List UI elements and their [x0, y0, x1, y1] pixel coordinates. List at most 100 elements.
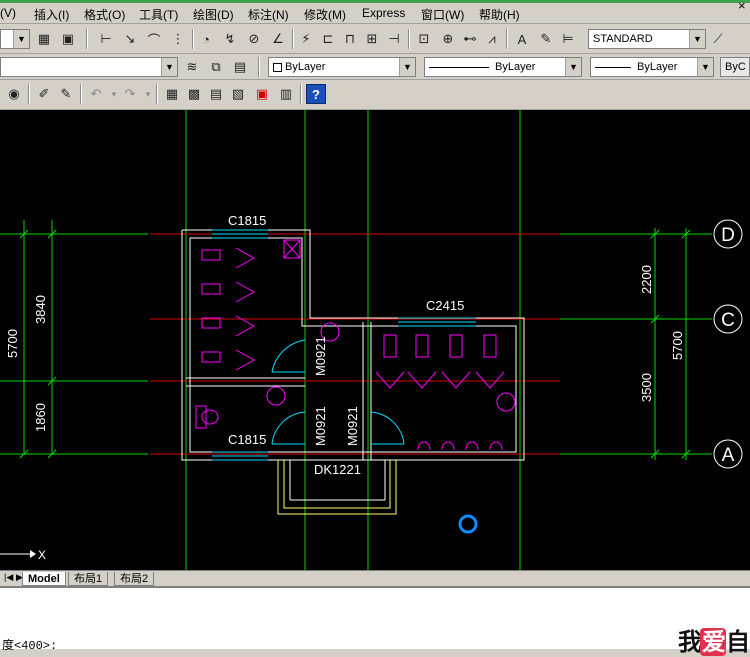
- menu-express[interactable]: Express: [362, 6, 405, 20]
- match-properties-icon[interactable]: ✐: [34, 84, 54, 104]
- tolerance-icon[interactable]: ⊡: [414, 29, 434, 49]
- window-label: C1815: [228, 432, 266, 447]
- dimension-label: 5700: [670, 331, 685, 360]
- door-label: M0921: [313, 336, 328, 376]
- dim-update-icon[interactable]: ⊨: [558, 29, 578, 49]
- lineweight-combo[interactable]: ByLayer ▼: [590, 57, 714, 77]
- dimension-label: 3500: [639, 373, 654, 402]
- door-label: M0921: [345, 406, 360, 446]
- grid-lines-green: [0, 110, 712, 570]
- dim-linear-icon[interactable]: ⊢: [96, 29, 116, 49]
- workspace-combo[interactable]: ▼: [0, 29, 30, 49]
- inspect-icon[interactable]: ⊷: [460, 29, 480, 49]
- layer-combo[interactable]: ▼: [0, 57, 178, 77]
- tab-model[interactable]: Model: [22, 572, 66, 586]
- dim-edit-icon[interactable]: A: [512, 29, 532, 49]
- dim-radius-icon[interactable]: ◔: [196, 29, 216, 49]
- sheet-set-icon[interactable]: ▧: [228, 84, 248, 104]
- publish-icon[interactable]: ◉: [4, 84, 24, 104]
- dimension-label: 5700: [5, 329, 20, 358]
- chevron-down-icon[interactable]: ▾: [138, 84, 158, 104]
- watermark-char: 爱: [700, 628, 726, 656]
- zoom-realtime-icon[interactable]: ▦: [34, 29, 54, 49]
- dim-text-edit-icon[interactable]: ✎: [536, 29, 556, 49]
- dim-style-manager-icon[interactable]: ⟋: [708, 29, 728, 49]
- properties-icon[interactable]: ▦: [162, 84, 182, 104]
- grid-bubble-label: C: [721, 310, 735, 331]
- named-views-icon[interactable]: ▣: [58, 29, 78, 49]
- ucs-icon: X: [0, 548, 46, 562]
- redo-icon[interactable]: ↷: [120, 84, 140, 104]
- color-value: ByLayer: [285, 61, 326, 73]
- menu-modify[interactable]: 修改(M): [304, 6, 346, 23]
- close-icon[interactable]: ×: [738, 0, 746, 13]
- menu-tools[interactable]: 工具(T): [139, 6, 178, 23]
- ucs-axis-label: X: [38, 548, 46, 562]
- help-icon[interactable]: ?: [306, 84, 326, 104]
- dim-continue-icon[interactable]: ⊓: [340, 29, 360, 49]
- door-label: M0921: [313, 406, 328, 446]
- menu-format[interactable]: 格式(O): [84, 6, 125, 23]
- linetype-combo[interactable]: ByLayer ▼: [424, 57, 582, 77]
- window-label: C2415: [426, 298, 464, 313]
- title-bar-strip: [0, 0, 750, 3]
- linetype-value: ByLayer: [495, 61, 536, 73]
- design-center-icon[interactable]: ▩: [184, 84, 204, 104]
- menu-bar: (V) 插入(I) 格式(O) 工具(T) 绘图(D) 标注(N) 修改(M) …: [0, 0, 750, 24]
- dim-space-icon[interactable]: ⊞: [362, 29, 382, 49]
- toolbar-separator: [258, 57, 260, 77]
- tab-layout1[interactable]: 布局1: [68, 572, 109, 586]
- menu-dimension[interactable]: 标注(N): [248, 6, 289, 23]
- lineweight-value: ByLayer: [637, 61, 678, 73]
- command-prompt: 度<400>:: [2, 639, 58, 653]
- grid-bubble-label: A: [722, 445, 735, 466]
- calculator-icon[interactable]: ▥: [276, 84, 296, 104]
- undo-icon[interactable]: ↶: [86, 84, 106, 104]
- layer-previous-icon[interactable]: ⧉: [206, 57, 226, 77]
- chevron-down-icon: ▼: [689, 30, 705, 48]
- dim-arc-icon[interactable]: ⌒: [144, 29, 164, 49]
- center-mark-icon[interactable]: ⊕: [438, 29, 458, 49]
- dim-baseline-icon[interactable]: ⊏: [318, 29, 338, 49]
- toolbar-separator: [300, 84, 302, 104]
- toolbar-standard: ▼ ▦ ▣ ⊢ ↘ ⌒ ⋮ ◔ ↯ ⊘ ∠ ⚡ ⊏ ⊓ ⊞ ⊣ ⊡ ⊕ ⊷ ⩘ …: [0, 24, 750, 54]
- color-combo[interactable]: ByLayer ▼: [268, 57, 416, 77]
- chevron-down-icon: ▼: [13, 30, 29, 48]
- dim-aligned-icon[interactable]: ↘: [120, 29, 140, 49]
- toolbar-standard-2: ◉ ✐ ✎ ↶ ▾ ↷ ▾ ▦ ▩ ▤ ▧ ▣ ▥ ?: [0, 80, 750, 110]
- markup-icon[interactable]: ▣: [252, 84, 272, 104]
- tool-palettes-icon[interactable]: ▤: [206, 84, 226, 104]
- windows: [212, 229, 476, 461]
- toolbar-separator: [80, 84, 82, 104]
- toolbar-separator: [86, 29, 88, 49]
- tab-nav-first-icon[interactable]: |◀: [4, 572, 13, 583]
- tab-layout2[interactable]: 布局2: [114, 572, 155, 586]
- menu-view[interactable]: (V): [0, 6, 16, 20]
- dim-diameter-icon[interactable]: ⊘: [244, 29, 264, 49]
- dim-style-combo[interactable]: STANDARD ▼: [588, 29, 706, 49]
- jogged-linear-icon[interactable]: ⩘: [482, 29, 502, 49]
- block-editor-icon[interactable]: ✎: [56, 84, 76, 104]
- dim-style-value: STANDARD: [593, 33, 653, 45]
- dim-ordinate-icon[interactable]: ⋮: [168, 29, 188, 49]
- dim-break-icon[interactable]: ⊣: [384, 29, 404, 49]
- watermark-char: 自: [726, 628, 750, 656]
- command-window[interactable]: 度<400>: 我爱自: [0, 586, 750, 656]
- layout-tabs: |◀ ▶ Model 布局1 布局2: [0, 570, 750, 586]
- window-label: C1815: [228, 213, 266, 228]
- menu-insert[interactable]: 插入(I): [34, 6, 69, 23]
- quick-dim-icon[interactable]: ⚡: [296, 29, 316, 49]
- linetype-preview: [429, 66, 489, 68]
- dim-jogged-icon[interactable]: ↯: [220, 29, 240, 49]
- plotstyle-combo[interactable]: ByC: [720, 57, 750, 77]
- layer-state-icon[interactable]: ▤: [230, 57, 250, 77]
- drawing-canvas[interactable]: D C A C1815 C2415 C1815 M0921 M0921 M092…: [0, 110, 750, 570]
- menu-draw[interactable]: 绘图(D): [193, 6, 234, 23]
- layer-properties-icon[interactable]: ≋: [182, 57, 202, 77]
- menu-help[interactable]: 帮助(H): [479, 6, 520, 23]
- watermark-logo: 我爱自: [678, 622, 750, 657]
- dim-angular-icon[interactable]: ∠: [268, 29, 288, 49]
- chevron-down-icon: ▼: [161, 58, 177, 76]
- menu-window[interactable]: 窗口(W): [421, 6, 464, 23]
- chevron-down-icon: ▼: [565, 58, 581, 76]
